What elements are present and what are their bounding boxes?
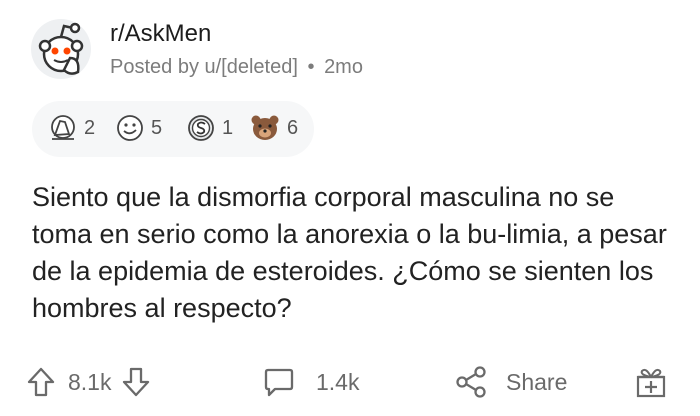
award-facepalm[interactable]: 2: [48, 113, 95, 143]
award-silver[interactable]: 1: [186, 113, 233, 143]
award-count: 5: [151, 116, 163, 139]
facepalm-award-icon: [51, 115, 75, 140]
silver-s-award-icon: [188, 115, 214, 141]
award-bear[interactable]: 6: [249, 113, 298, 143]
downvote-button[interactable]: [119, 365, 153, 399]
award-button[interactable]: [634, 362, 668, 402]
comment-bubble-icon: [264, 368, 294, 397]
reddit-snoo-icon: [31, 19, 91, 79]
posted-by[interactable]: Posted by u/[deleted]: [110, 56, 298, 78]
award-count: 2: [84, 116, 96, 139]
meta-separator: •: [307, 56, 315, 78]
arrow-down-icon: [123, 367, 150, 397]
smile-face-award-icon: [117, 115, 143, 141]
share-label: Share: [506, 368, 568, 395]
upvote-button[interactable]: [24, 365, 58, 399]
post-age: 2mo: [324, 56, 363, 78]
bear-award-icon: [251, 115, 279, 140]
share-button[interactable]: Share: [454, 362, 567, 402]
subreddit-name[interactable]: r/AskMen: [110, 20, 211, 48]
vote-group: 8.1k: [24, 362, 153, 402]
subreddit-avatar[interactable]: [30, 18, 92, 80]
post-action-bar: 8.1k 1.4k Share: [24, 362, 680, 404]
post-title: Siento que la dismorfia corporal masculi…: [32, 182, 667, 323]
arrow-up-icon: [27, 367, 55, 397]
comment-count: 1.4k: [316, 368, 360, 395]
vote-count: 8.1k: [68, 368, 112, 395]
share-icon: [456, 366, 486, 398]
post-header: r/AskMen Posted by u/[deleted] • 2mo: [30, 18, 670, 82]
post-meta: Posted by u/[deleted] • 2mo: [110, 56, 363, 79]
awards-bar[interactable]: 2 5 1 6: [32, 101, 314, 157]
gift-icon: [636, 368, 666, 398]
award-smile[interactable]: 5: [115, 113, 162, 143]
award-count: 1: [222, 116, 234, 139]
award-count: 6: [287, 116, 299, 139]
comments-button[interactable]: 1.4k: [262, 362, 359, 402]
